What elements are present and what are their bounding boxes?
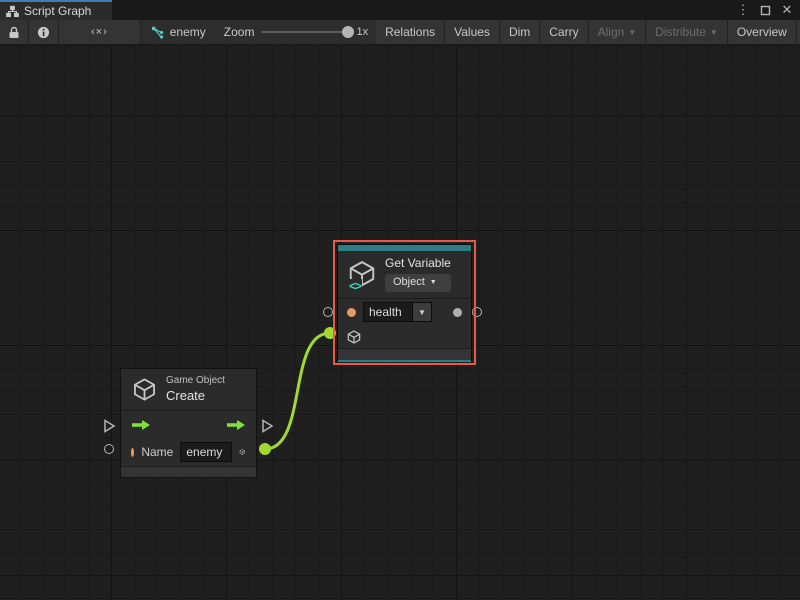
get-variable-header: <> Get Variable Object ▼: [338, 251, 471, 298]
title-bar: Script Graph ⋮ ✕: [0, 0, 800, 20]
code-brackets-glyph: <>: [348, 279, 362, 293]
flow-out-arrow-icon[interactable]: [226, 419, 246, 431]
close-icon[interactable]: ✕: [778, 1, 796, 19]
graph-toolbar: ‹×› enemy Zoom 1x Relations Values Dim: [0, 20, 800, 45]
object-input-cube-icon[interactable]: [346, 329, 362, 345]
gameobject-output-cube-icon[interactable]: [239, 443, 246, 461]
values-button[interactable]: Values: [445, 20, 500, 44]
create-node-title: Create: [166, 388, 225, 404]
chevron-down-icon: ▼: [418, 308, 426, 317]
graph-breadcrumb[interactable]: enemy: [141, 20, 216, 44]
breadcrumb-label: enemy: [170, 25, 206, 39]
code-icon: ‹×›: [91, 26, 108, 38]
chevron-down-icon: ▼: [430, 279, 437, 288]
graph-canvas[interactable]: Game Object Create Name: [0, 45, 800, 600]
variable-object-row: [338, 326, 471, 348]
graph-hierarchy-icon: [6, 5, 19, 18]
name-port-dot[interactable]: [131, 448, 134, 457]
maximize-icon[interactable]: [756, 1, 774, 19]
variable-name-port-dot[interactable]: [347, 308, 356, 317]
script-graph-window: Script Graph ⋮ ✕ ‹×›: [0, 0, 800, 600]
zoom-control: Zoom 1x: [216, 20, 376, 44]
wire-start-dot: [259, 443, 271, 455]
variable-name-row: ▼: [338, 299, 471, 326]
distribute-label: Distribute: [655, 25, 706, 39]
create-node-subtitle: Game Object: [166, 375, 225, 388]
variable-name-input[interactable]: [363, 302, 413, 322]
create-name-row: Name: [121, 439, 256, 466]
variable-value-port-dot[interactable]: [453, 308, 462, 317]
lock-icon: [8, 26, 20, 39]
create-node-header: Game Object Create: [121, 369, 256, 410]
variable-object-icon: <>: [347, 259, 377, 289]
variable-color-strip-bottom: [338, 360, 471, 362]
tab-title: Script Graph: [24, 4, 91, 18]
flow-input-port[interactable]: [103, 419, 116, 438]
align-label: Align: [598, 25, 625, 39]
create-node-footer: [121, 466, 256, 477]
chevron-down-icon: ▼: [628, 28, 636, 37]
name-input-port[interactable]: [104, 444, 114, 454]
flow-output-port[interactable]: [261, 419, 274, 438]
get-variable-title: Get Variable: [385, 256, 451, 271]
zoom-label: Zoom: [224, 25, 255, 39]
zoom-slider-handle[interactable]: [342, 26, 354, 38]
variable-kind-dropdown[interactable]: Object ▼: [385, 274, 451, 292]
variable-name-outer-port[interactable]: [323, 307, 333, 317]
graph-network-icon: [151, 26, 165, 39]
chevron-down-icon: ▼: [710, 28, 718, 37]
carry-button[interactable]: Carry: [540, 20, 588, 44]
overview-button[interactable]: Overview: [728, 20, 797, 44]
node-get-variable[interactable]: <> Get Variable Object ▼ ▼: [337, 244, 472, 361]
lock-button[interactable]: [0, 20, 29, 44]
distribute-dropdown[interactable]: Distribute ▼: [646, 20, 728, 44]
zoom-value: 1x: [356, 26, 368, 38]
get-variable-footer: [338, 348, 471, 360]
menu-icon[interactable]: ⋮: [734, 1, 752, 19]
align-dropdown[interactable]: Align ▼: [589, 20, 647, 44]
variable-kind-label: Object: [393, 276, 425, 290]
info-button[interactable]: [29, 20, 59, 44]
info-icon: [37, 26, 50, 39]
code-view-button[interactable]: ‹×›: [59, 20, 141, 44]
variable-name-dropdown[interactable]: ▼: [413, 302, 432, 322]
flow-in-arrow-icon[interactable]: [131, 419, 151, 431]
name-label: Name: [141, 445, 173, 459]
create-flow-row: [121, 411, 256, 439]
game-object-cube-icon: [131, 376, 158, 403]
window-controls: ⋮ ✕: [734, 0, 796, 20]
tab-script-graph[interactable]: Script Graph: [0, 0, 112, 20]
relations-button[interactable]: Relations: [376, 20, 445, 44]
zoom-slider[interactable]: [261, 31, 349, 33]
node-create-game-object[interactable]: Game Object Create Name: [120, 368, 257, 478]
name-input[interactable]: [180, 442, 232, 462]
dim-button[interactable]: Dim: [500, 20, 540, 44]
